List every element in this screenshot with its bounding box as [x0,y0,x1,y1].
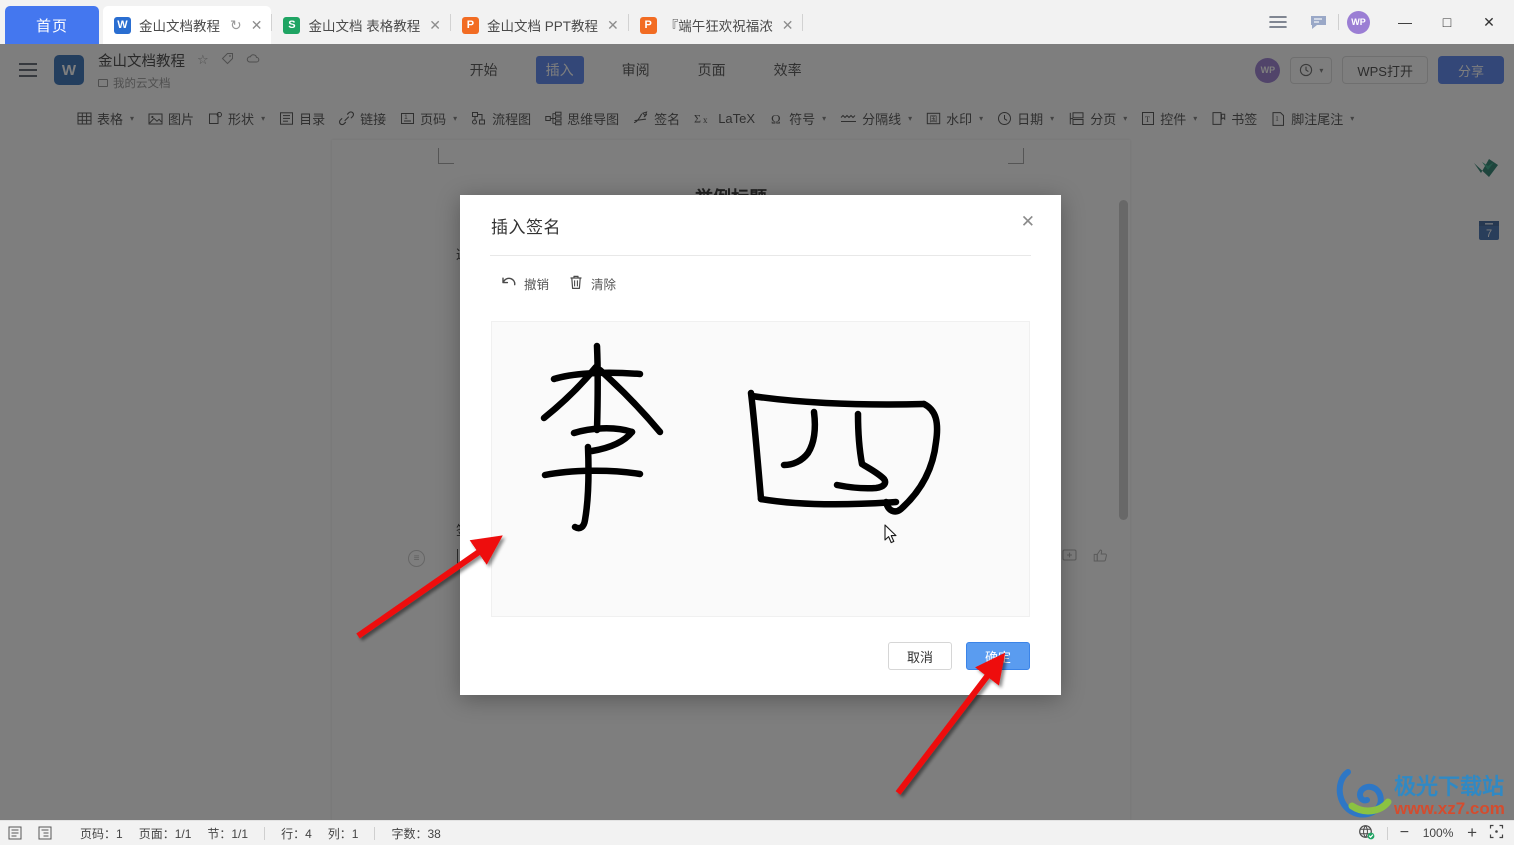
signature-canvas[interactable] [491,321,1030,617]
status-bar: 页码：1 页面：1/1 节：1/1 行：4 列：1 字数：38 − 100% + [0,820,1514,845]
app-window: 首页 W 金山文档教程 ↻ ✕ S 金山文档 表格教程 ✕ P 金山文档 PPT… [0,0,1514,845]
clear-label: 清除 [591,274,616,293]
spreadsheet-icon: S [283,17,300,34]
outline-view-icon[interactable] [30,826,60,840]
insert-signature-dialog: 插入签名 ✕ 撤销 清除 [460,195,1061,695]
tab-presentation-doc[interactable]: P 金山文档 PPT教程 ✕ [451,6,628,44]
undo-button[interactable]: 撤销 [500,274,549,293]
feedback-icon[interactable] [1298,0,1338,44]
tab-home-label: 首页 [36,15,68,36]
tab-label: 金山文档 PPT教程 [487,15,598,35]
minimize-button[interactable]: — [1384,0,1426,44]
confirm-button[interactable]: 确定 [966,642,1030,670]
tab-label: 『端午狂欢祝福浓 [665,15,773,35]
watermark-url: www.xz7.com [1393,799,1505,818]
tab-divider [802,14,803,31]
tab-presentation-doc-2[interactable]: P 『端午狂欢祝福浓 ✕ [629,6,803,44]
close-icon[interactable]: ✕ [429,18,441,32]
undo-label: 撤销 [524,274,549,293]
dialog-title: 插入签名 [491,213,561,238]
dialog-header: 插入签名 ✕ [460,195,1061,255]
avatar[interactable]: WP [1347,11,1370,34]
undo-icon [500,274,517,293]
status-section: 节：1/1 [207,825,248,842]
presentation-icon: P [462,17,479,34]
trash-icon [568,274,584,294]
clear-button[interactable]: 清除 [568,274,616,294]
close-icon[interactable]: ✕ [251,18,263,32]
status-word-count[interactable]: 字数：38 [391,825,440,842]
close-icon[interactable]: ✕ [782,18,794,32]
menu-icon[interactable] [1258,0,1298,44]
status-page-number: 页码：1 [80,825,123,842]
close-icon[interactable]: ✕ [607,18,619,32]
close-window-button[interactable]: ✕ [1468,0,1510,44]
divider [374,827,375,840]
tab-writer-doc[interactable]: W 金山文档教程 ↻ ✕ [103,6,271,44]
page-view-icon[interactable] [0,826,30,840]
tab-label: 金山文档 表格教程 [308,15,420,35]
divider [1338,14,1339,30]
divider [264,827,265,840]
window-controls-group: WP — □ ✕ [1258,0,1514,44]
window-tab-bar: 首页 W 金山文档教程 ↻ ✕ S 金山文档 表格教程 ✕ P 金山文档 PPT… [0,0,1514,44]
status-row: 行：4 [281,825,312,842]
tab-home[interactable]: 首页 [5,6,99,44]
tab-spreadsheet-doc[interactable]: S 金山文档 表格教程 ✕ [272,6,450,44]
dialog-footer: 取消 确定 [460,617,1061,695]
presentation-icon: P [640,17,657,34]
tab-label: 金山文档教程 [139,15,220,35]
maximize-button[interactable]: □ [1426,0,1468,44]
site-watermark: 极光下载站 www.xz7.com [1336,762,1506,829]
close-icon[interactable]: ✕ [1021,213,1035,230]
signature-drawing [492,322,1031,618]
watermark-text: 极光下载站 [1394,774,1504,799]
writer-icon: W [114,17,131,34]
refresh-icon[interactable]: ↻ [230,17,242,34]
status-column: 列：1 [328,825,359,842]
cancel-button[interactable]: 取消 [888,642,952,670]
mouse-cursor [884,524,899,545]
status-page-count: 页面：1/1 [139,825,192,842]
signature-toolbar: 撤销 清除 [460,256,1061,311]
